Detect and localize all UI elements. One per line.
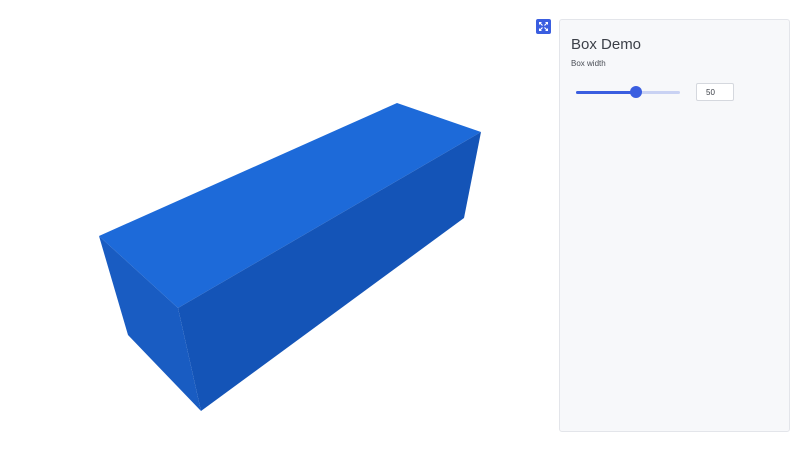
box-width-slider[interactable]: [576, 86, 680, 98]
3d-viewport[interactable]: [0, 0, 550, 450]
slider-fill: [576, 91, 637, 94]
panel-title: Box Demo: [571, 36, 642, 53]
box-width-input[interactable]: [696, 83, 734, 101]
panel-toggle-button[interactable]: [536, 19, 551, 34]
slider-thumb[interactable]: [630, 86, 643, 98]
app-root: Box Demo Box width: [0, 0, 800, 450]
box-render: [99, 103, 481, 411]
expand-arrows-icon: [539, 22, 548, 31]
box-width-label: Box width: [571, 59, 606, 68]
controls-panel: Box Demo Box width: [559, 19, 790, 432]
